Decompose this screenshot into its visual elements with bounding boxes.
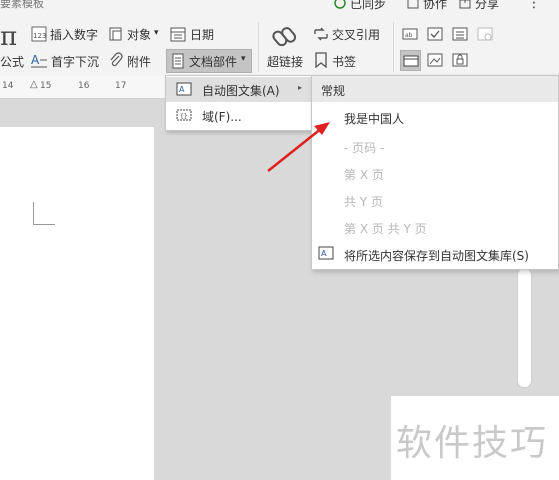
ruler-indent-marker[interactable]: △ [30, 79, 38, 90]
frame-control-icon[interactable] [400, 50, 421, 71]
formula-label[interactable]: 公式 [0, 53, 24, 70]
hyperlink-button[interactable]: 超链接 [267, 53, 303, 70]
checkbox-control-icon[interactable] [427, 26, 443, 42]
doc-parts-button[interactable]: 文档部件 ▾ [166, 49, 252, 73]
ribbon-divider [258, 22, 259, 72]
field-icon: {} [176, 107, 192, 123]
bookmark-icon[interactable] [313, 52, 329, 68]
menu-item-field-label: 域(F)... [202, 110, 242, 124]
ribbon-partial-label: 要素模板 [0, 0, 44, 10]
object-dropdown-icon[interactable]: ▾ [154, 28, 159, 38]
submenu-arrow-icon: ▸ [298, 83, 303, 92]
ribbon: 要素模板 已同步 协作 分享 ⋮ π 公式 123 插入数字 对象 ▾ 日期 A… [0, 0, 559, 76]
menu-item-autotext-label: 自动图文集(A) [202, 84, 280, 98]
collab-icon[interactable] [407, 0, 419, 9]
watermark-text: 软件技巧 [396, 423, 549, 464]
autotext-submenu: 常规 我是中国人 - 页码 - 第 X 页 共 Y 页 第 X 页 共 Y 页 … [311, 75, 559, 270]
vertical-scrollbar[interactable] [517, 268, 532, 388]
doc-parts-icon [170, 53, 186, 69]
autotext-entry-label: 第 X 页 共 Y 页 [344, 222, 427, 236]
svg-text:A: A [31, 53, 40, 67]
autotext-entry-label: 共 Y 页 [344, 195, 383, 209]
formula-icon[interactable]: π [0, 22, 17, 52]
calendar-icon[interactable] [170, 26, 186, 42]
share-label[interactable]: 分享 [475, 0, 499, 12]
svg-text:A: A [321, 249, 327, 258]
autotext-entry-disabled: 第 X 页 [312, 160, 558, 186]
insert-number-button[interactable]: 插入数字 [50, 26, 98, 43]
svg-text:{}: {} [180, 113, 188, 120]
autotext-icon: A [176, 81, 192, 97]
ruler-tick-label: 15 [40, 81, 52, 91]
paperclip-icon[interactable] [108, 52, 124, 68]
text-field-control-icon[interactable]: ab [402, 26, 418, 42]
save-to-autotext-item[interactable]: A 将所选内容保存到自动图文集库(S) [312, 241, 558, 267]
save-to-autotext-label: 将所选内容保存到自动图文集库(S) [344, 249, 529, 263]
page-corner-mark-v [33, 202, 34, 224]
share-icon[interactable] [459, 0, 471, 9]
autotext-entry[interactable]: 我是中国人 [312, 104, 558, 130]
collab-label[interactable]: 协作 [423, 0, 447, 12]
sync-icon[interactable] [334, 0, 348, 9]
attachment-button[interactable]: 附件 [127, 53, 151, 70]
menu-item-autotext[interactable]: A 自动图文集(A) ▸ [166, 77, 312, 102]
autotext-entry-label: 我是中国人 [344, 112, 405, 126]
autotext-entry-disabled: 共 Y 页 [312, 187, 558, 213]
svg-text:A: A [179, 85, 185, 94]
ruler-tick-label: 14 [2, 81, 14, 91]
annotation-arrow [267, 122, 330, 172]
dropcap-button[interactable]: 首字下沉 [51, 53, 99, 70]
sync-label[interactable]: 已同步 [350, 0, 386, 12]
insert-number-icon[interactable]: 123 [31, 26, 47, 42]
object-button[interactable]: 对象 [127, 26, 151, 43]
crossref-icon[interactable] [313, 26, 329, 42]
page-corner-mark-h [33, 224, 55, 225]
object-icon[interactable] [108, 26, 124, 42]
dropcap-icon[interactable]: A [31, 52, 47, 68]
ribbon-divider-2 [393, 22, 394, 72]
lock-control-icon[interactable] [452, 52, 468, 68]
ruler-tick-label: 17 [115, 81, 127, 91]
autotext-category-label: 常规 [321, 84, 346, 98]
more-button[interactable]: ⋮ [527, 0, 541, 11]
autotext-entry-disabled: 第 X 页 共 Y 页 [312, 214, 558, 240]
doc-parts-dropdown-icon: ▾ [241, 54, 246, 64]
disabled-control-icon [477, 26, 493, 42]
svg-text:ab: ab [405, 32, 413, 39]
bookmark-button[interactable]: 书签 [332, 53, 356, 70]
save-autotext-icon: A [318, 245, 334, 261]
autotext-category-header: 常规 [312, 76, 558, 102]
autotext-entry-label: 第 X 页 [344, 168, 384, 182]
ruler-tick-label: 16 [78, 81, 90, 91]
doc-parts-label: 文档部件 [189, 55, 238, 69]
autotext-entry-disabled: - 页码 - [312, 133, 558, 159]
crossref-button[interactable]: 交叉引用 [332, 26, 380, 43]
hyperlink-icon[interactable] [272, 23, 298, 49]
list-control-icon[interactable] [452, 26, 468, 42]
document-page[interactable] [0, 127, 154, 480]
autotext-entry-label: - 页码 - [344, 141, 385, 155]
date-button[interactable]: 日期 [190, 26, 214, 43]
svg-text:123: 123 [33, 32, 46, 40]
image-control-icon[interactable] [427, 52, 443, 68]
